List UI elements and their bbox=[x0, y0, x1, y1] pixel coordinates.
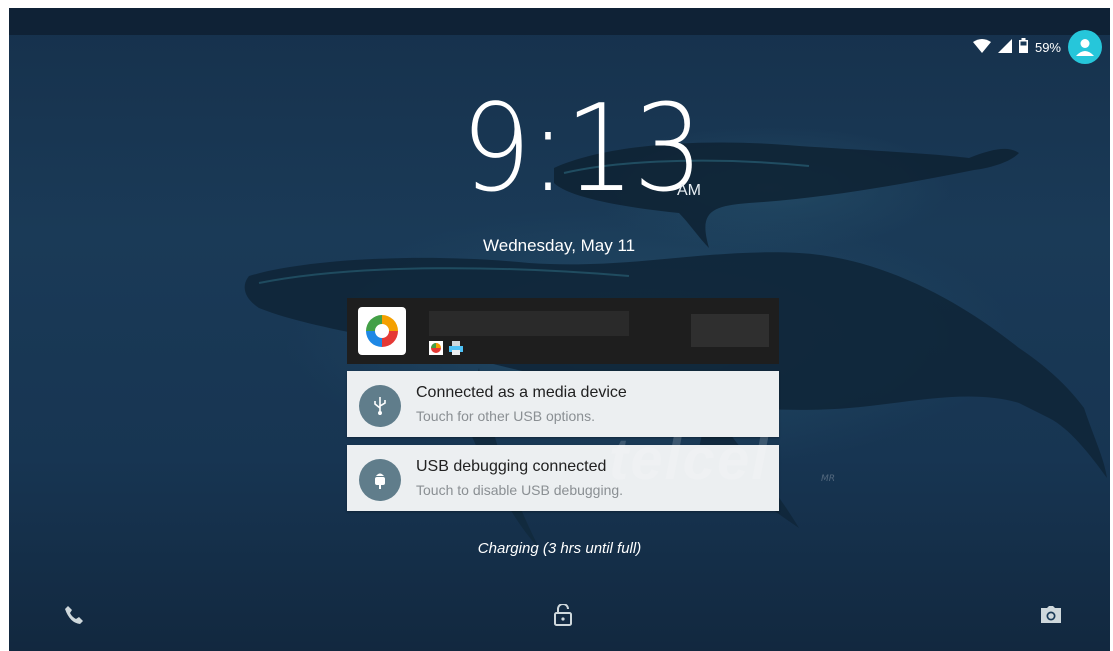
carrier-watermark: telcel bbox=[609, 427, 770, 492]
battery-icon bbox=[1018, 37, 1028, 57]
cell-signal-icon bbox=[997, 38, 1012, 57]
notification-title: Connected as a media device bbox=[416, 384, 627, 401]
clock-ampm: AM bbox=[677, 182, 701, 199]
printer-icon bbox=[449, 340, 463, 355]
usb-icon bbox=[359, 385, 401, 427]
notification-title: USB debugging connected bbox=[416, 458, 607, 475]
app-notification[interactable] bbox=[347, 298, 779, 364]
lock-screen: 59% 9:13 AM Wednesday, May 11 Connected … bbox=[9, 8, 1110, 651]
unlock-icon[interactable] bbox=[550, 602, 576, 628]
charging-status: Charging (3 hrs until full) bbox=[477, 540, 642, 557]
app-mini-icon bbox=[429, 340, 443, 355]
redacted-time bbox=[691, 314, 769, 347]
carrier-watermark-mark: MR bbox=[821, 474, 836, 484]
app-logo-icon bbox=[358, 307, 406, 355]
status-bar: 59% bbox=[972, 30, 1102, 64]
notification-subtitle: Touch to disable USB debugging. bbox=[416, 482, 624, 498]
redacted-title bbox=[429, 311, 629, 336]
clock-time: 9:13 bbox=[461, 80, 703, 219]
wifi-icon bbox=[972, 38, 991, 57]
android-debug-icon bbox=[359, 459, 401, 501]
camera-icon[interactable] bbox=[1038, 602, 1064, 628]
phone-icon[interactable] bbox=[61, 602, 87, 628]
lock-date: Wednesday, May 11 bbox=[483, 236, 636, 255]
user-avatar-icon[interactable] bbox=[1068, 30, 1102, 64]
notification-subtitle: Touch for other USB options. bbox=[416, 408, 595, 424]
battery-percent: 59% bbox=[1034, 39, 1061, 55]
